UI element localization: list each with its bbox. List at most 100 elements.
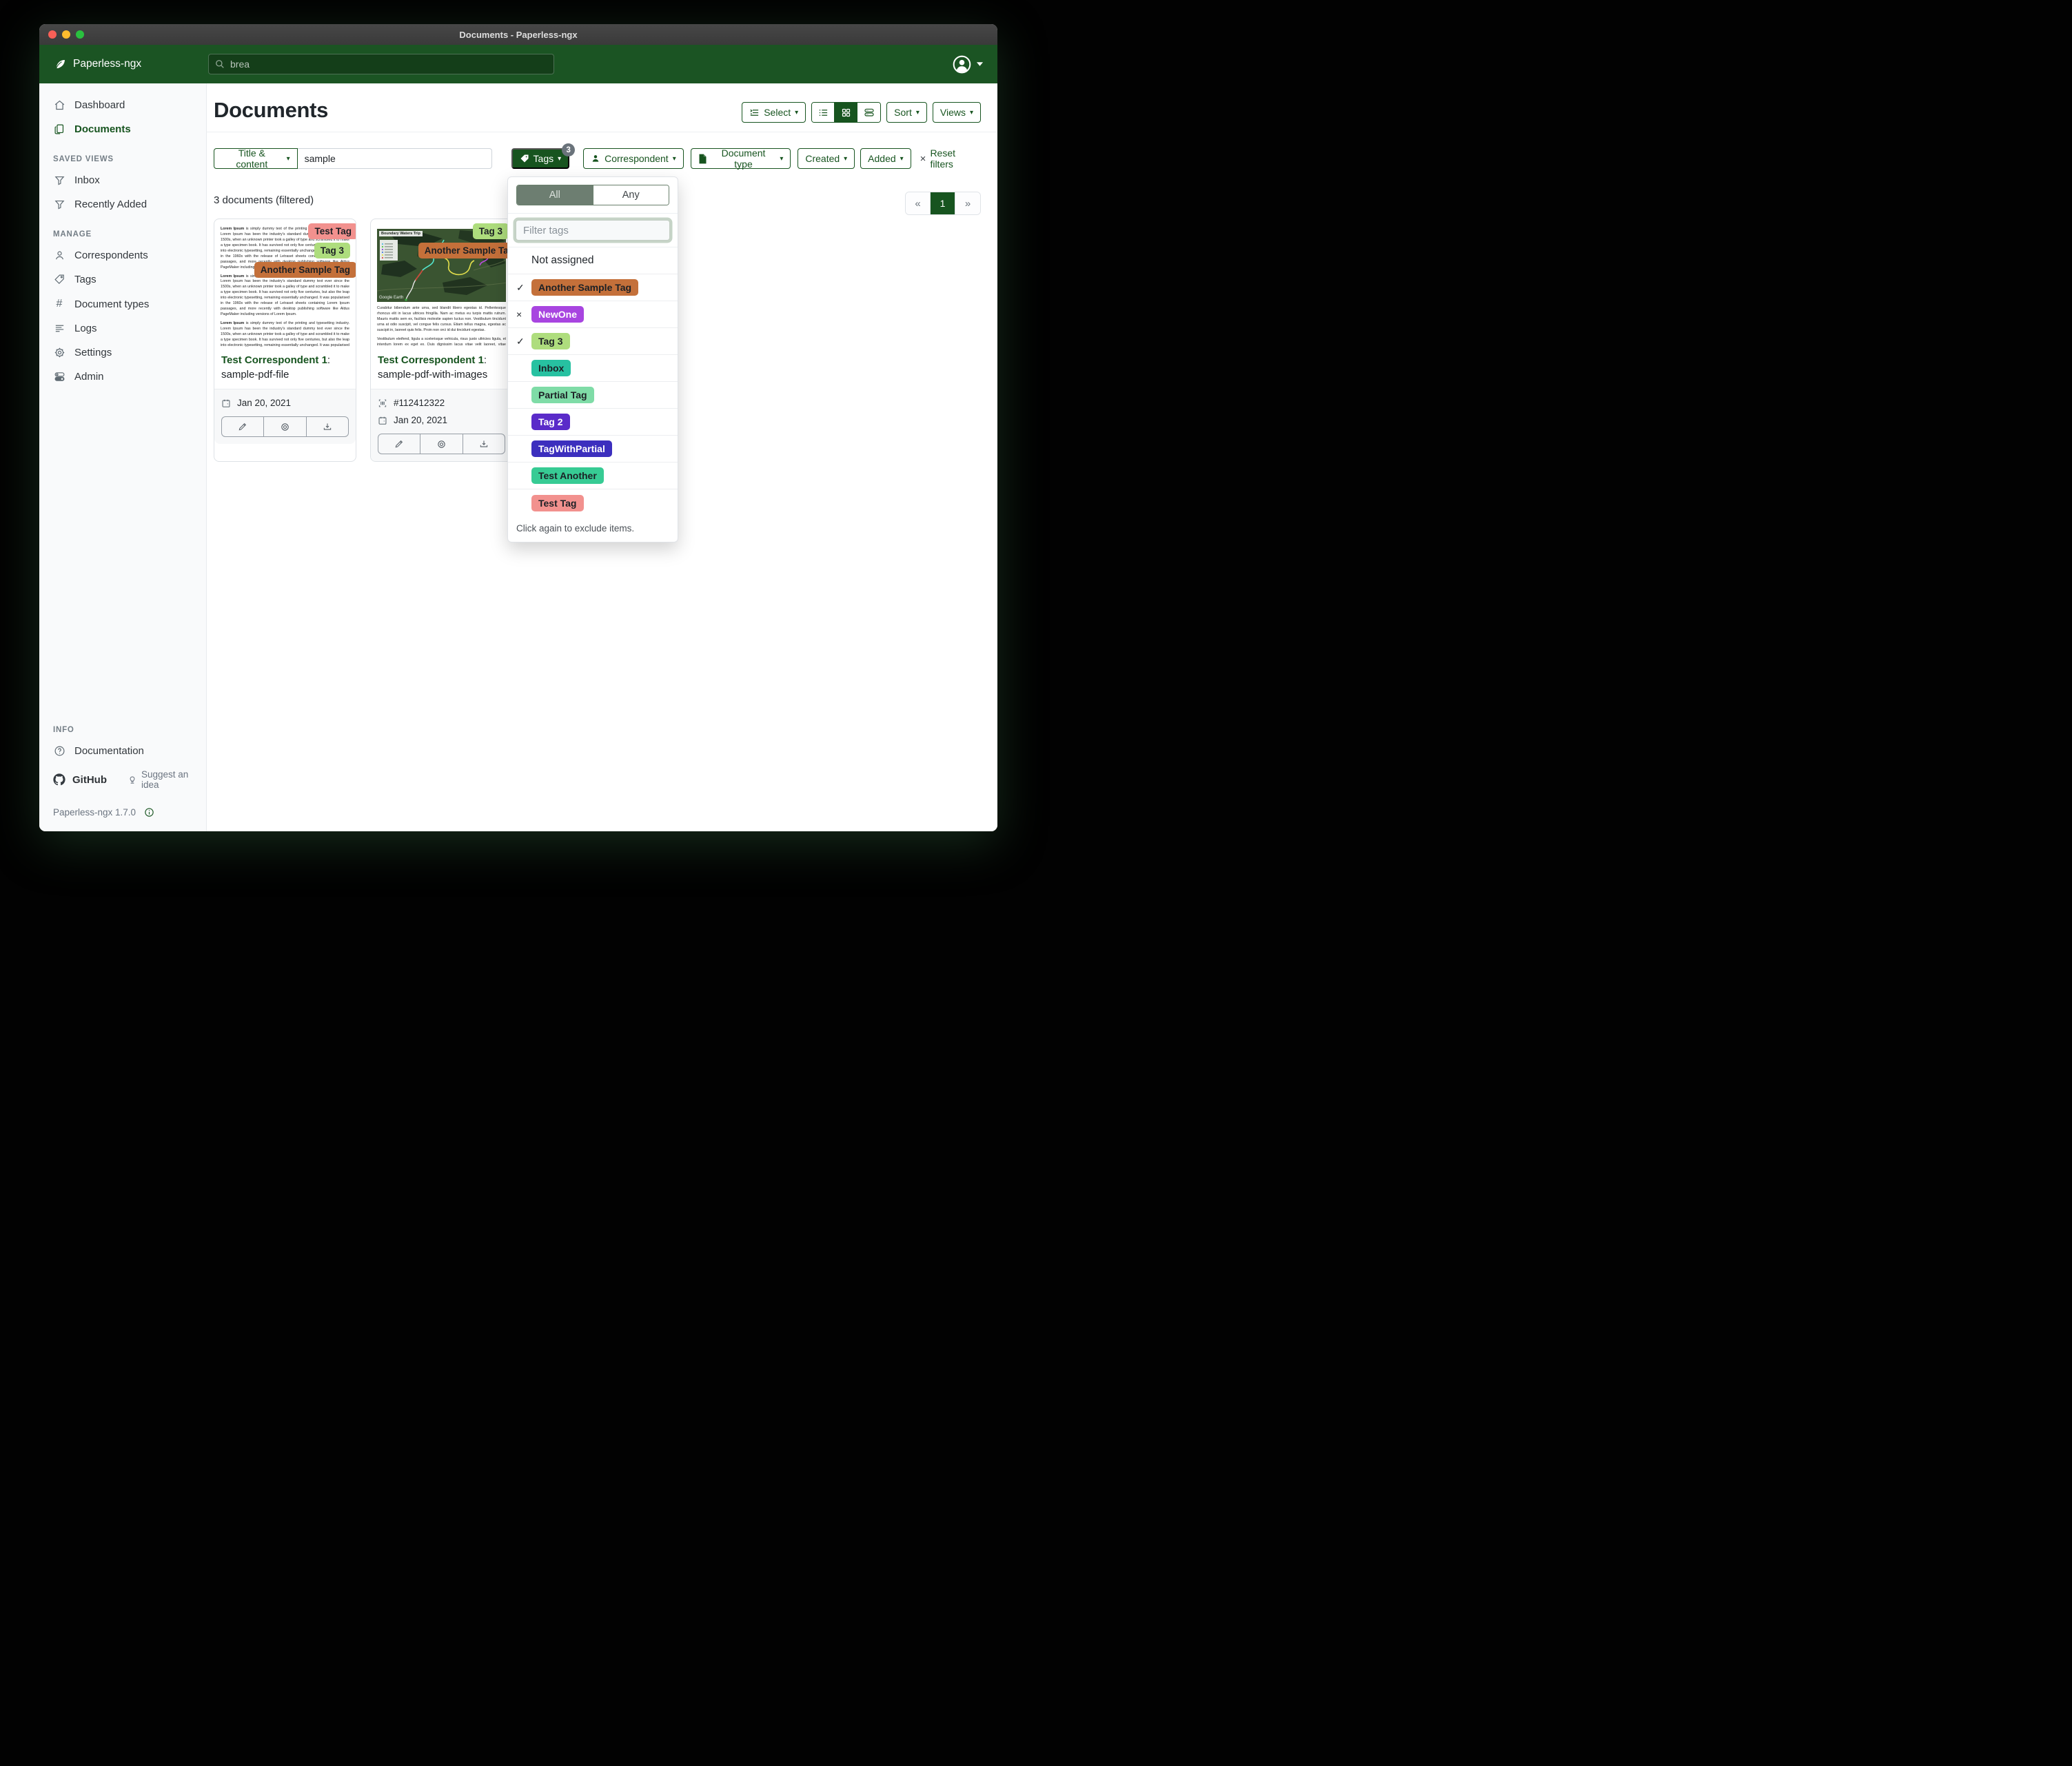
created-filter-label: Created (805, 153, 840, 164)
view-list-button[interactable] (812, 103, 835, 122)
views-button[interactable]: Views ▾ (932, 102, 981, 123)
chevron-down-icon: ▾ (286, 155, 290, 163)
github-icon (53, 773, 65, 786)
reset-filters-button[interactable]: × Reset filters (920, 148, 981, 170)
sidebar-item-label: Admin (74, 371, 104, 383)
sidebar-item-tags[interactable]: Tags (39, 267, 206, 292)
sidebar-item-admin[interactable]: Admin (39, 365, 206, 389)
brand[interactable]: Paperless-ngx (53, 57, 208, 71)
sidebar-item-documentation[interactable]: Documentation (39, 739, 206, 763)
edit-button[interactable] (378, 434, 421, 454)
sort-button[interactable]: Sort ▾ (886, 102, 927, 123)
tag-chip[interactable]: Another Sample Tag (418, 243, 512, 258)
tag-option[interactable]: Test Tag (508, 489, 678, 516)
paperless-leaf-icon (53, 57, 67, 71)
view-details-button[interactable] (857, 103, 881, 122)
sidebar-item-github[interactable]: GitHub (53, 773, 107, 786)
document-card-footer: Jan 20, 2021 (214, 389, 356, 444)
tags-filter-dropdown: All Any Not assigned ✓ Another Sample Ta… (507, 176, 678, 542)
sidebar-item-label: Documents (74, 123, 131, 135)
chevron-down-icon: ▾ (795, 109, 799, 116)
sidebar-item-label: GitHub (72, 773, 107, 786)
tag-option[interactable]: Test Another (508, 463, 678, 489)
created-filter-button[interactable]: Created ▾ (798, 148, 855, 169)
filter-tags-input[interactable] (516, 220, 670, 241)
sidebar-item-label: Documentation (74, 745, 144, 757)
calendar-icon (378, 416, 387, 425)
close-window-button[interactable] (48, 30, 57, 39)
pagination-next-button[interactable]: » (955, 192, 980, 214)
document-card-footer: #112412322 Jan 20, 2021 (371, 389, 512, 461)
sidebar-item-recently-added[interactable]: Recently Added (39, 192, 206, 216)
tag-option[interactable]: Tag 2 (508, 409, 678, 436)
added-filter-button[interactable]: Added ▾ (860, 148, 911, 169)
tags-logic-all-button[interactable]: All (517, 185, 593, 205)
macos-titlebar: Documents - Paperless-ngx (39, 24, 997, 45)
tag-option[interactable]: Partial Tag (508, 382, 678, 409)
sidebar-item-inbox[interactable]: Inbox (39, 168, 206, 192)
sidebar: Dashboard Documents SAVED VIEWS Inbox Re (39, 83, 207, 831)
view-grid-button[interactable] (835, 103, 858, 122)
sidebar-item-dashboard[interactable]: Dashboard (39, 93, 206, 117)
pagination-page-1-button[interactable]: 1 (931, 192, 955, 214)
search-field-selector-button[interactable]: Title & content ▾ (214, 148, 298, 170)
sidebar-item-logs[interactable]: Logs (39, 316, 206, 341)
tag-chip: Test Another (531, 467, 604, 484)
view-button[interactable] (264, 417, 307, 436)
tag-option[interactable]: × NewOne (508, 301, 678, 328)
toggles-icon (53, 371, 65, 383)
document-type-filter-button[interactable]: Document type ▾ (690, 148, 791, 170)
tag-icon (520, 154, 529, 163)
sidebar-item-suggest-idea[interactable]: Suggest an idea (128, 769, 192, 790)
tag-option[interactable]: Inbox (508, 355, 678, 382)
edit-button[interactable] (222, 417, 265, 436)
sidebar-item-settings[interactable]: Settings (39, 341, 206, 365)
hash-icon: # (56, 298, 63, 309)
sidebar-item-correspondents[interactable]: Correspondents (39, 243, 206, 267)
pagination-prev-button[interactable]: « (906, 192, 931, 214)
document-card[interactable]: Boundary Waters Trip Google Earth Curabi… (370, 219, 513, 462)
sidebar-item-label: Document types (74, 298, 150, 310)
filter-query-input[interactable] (297, 148, 492, 169)
tag-chip[interactable]: Tag 3 (472, 223, 509, 239)
document-name: sample-pdf-file (221, 369, 290, 380)
sidebar-item-document-types[interactable]: # Document types (39, 292, 206, 316)
tag-option[interactable]: ✓ Tag 3 (508, 328, 678, 355)
tag-chip[interactable]: Test Tag (308, 223, 356, 239)
pagination: « 1 » (905, 192, 981, 215)
close-icon: × (920, 152, 926, 165)
tag-chip[interactable]: Another Sample Tag (254, 262, 356, 278)
info-circle-icon[interactable] (144, 807, 154, 818)
download-button[interactable] (463, 434, 505, 454)
zoom-window-button[interactable] (76, 30, 84, 39)
sidebar-item-documents[interactable]: Documents (39, 117, 206, 141)
tags-logic-any-button[interactable]: Any (592, 185, 669, 205)
select-button[interactable]: Select ▾ (742, 102, 806, 123)
tag-chip: Partial Tag (531, 387, 594, 403)
tag-option-not-assigned[interactable]: Not assigned (508, 247, 678, 274)
tag-option[interactable]: TagWithPartial (508, 436, 678, 463)
document-preview[interactable]: Lorem Ipsum is simply dummy text of the … (214, 219, 356, 347)
tags-filter-button[interactable]: Tags ▾ 3 (511, 143, 576, 169)
sidebar-item-label: Inbox (74, 174, 100, 186)
sidebar-item-label: Correspondents (74, 250, 148, 261)
document-correspondent[interactable]: Test Correspondent 1 (378, 354, 484, 366)
sidebar-item-label: Suggest an idea (141, 769, 189, 790)
tag-chip[interactable]: Tag 3 (314, 243, 350, 258)
tag-option[interactable]: ✓ Another Sample Tag (508, 274, 678, 301)
correspondent-filter-button[interactable]: Correspondent ▾ (583, 148, 684, 169)
document-preview[interactable]: Boundary Waters Trip Google Earth Curabi… (371, 219, 512, 347)
global-search[interactable]: brea (208, 54, 554, 74)
document-title-link[interactable]: Test Correspondent 1: sample-pdf-with-im… (371, 347, 512, 389)
document-title-link[interactable]: Test Correspondent 1: sample-pdf-file (214, 347, 356, 389)
map-title-label: Boundary Waters Trip (379, 231, 423, 236)
document-card[interactable]: Lorem Ipsum is simply dummy text of the … (214, 219, 356, 462)
minimize-window-button[interactable] (62, 30, 70, 39)
document-correspondent[interactable]: Test Correspondent 1 (221, 354, 327, 366)
user-menu[interactable] (953, 55, 984, 74)
traffic-lights (48, 30, 84, 39)
download-button[interactable] (307, 417, 348, 436)
user-avatar-icon (953, 55, 971, 74)
view-button[interactable] (420, 434, 463, 454)
app-version: Paperless-ngx 1.7.0 (53, 807, 136, 818)
